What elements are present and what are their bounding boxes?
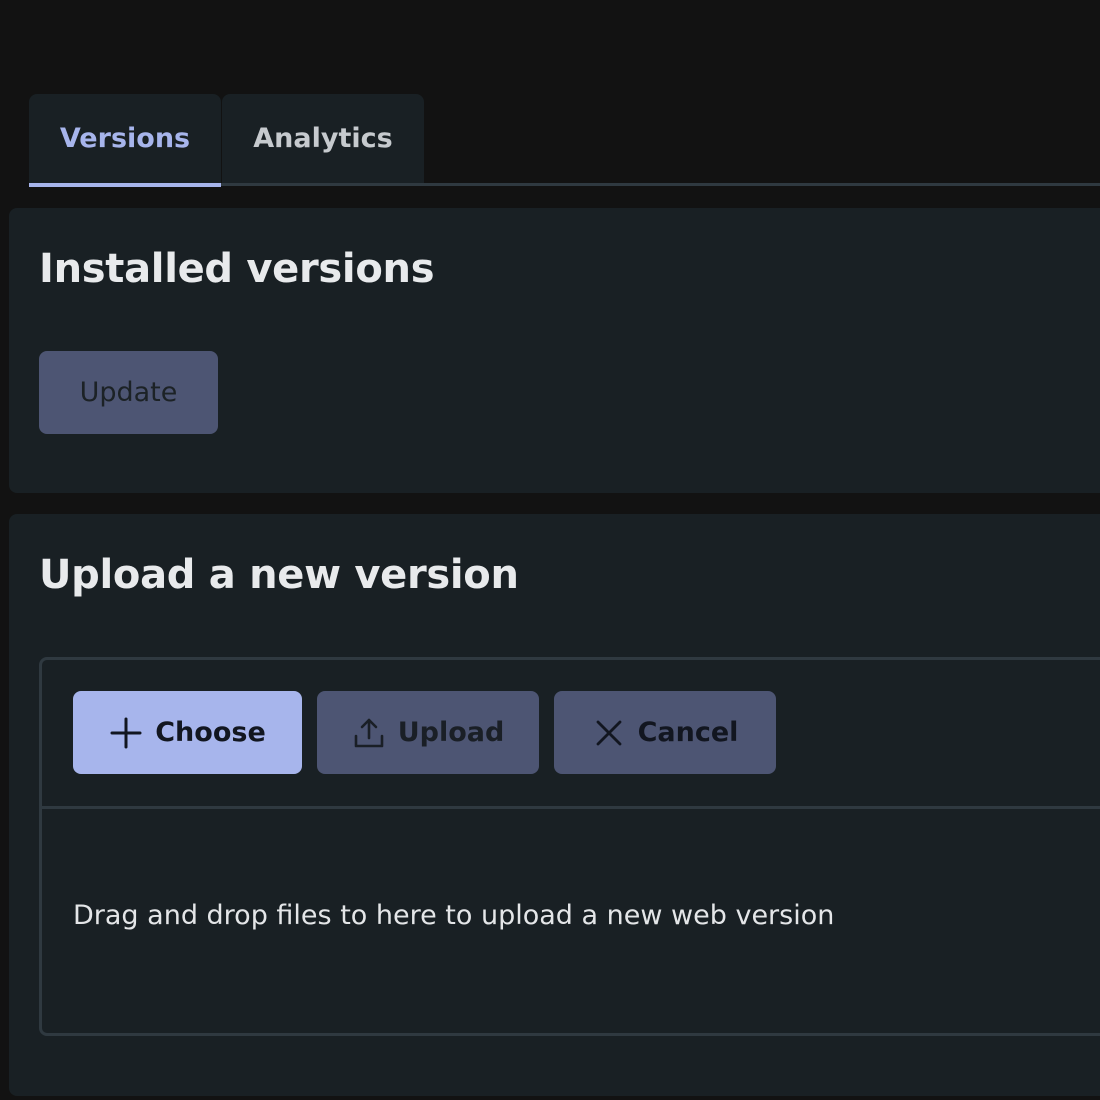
upload-icon bbox=[352, 716, 386, 750]
upload-button-label: Upload bbox=[397, 717, 505, 748]
cancel-button[interactable]: Cancel bbox=[554, 691, 776, 774]
update-button-label: Update bbox=[79, 377, 178, 408]
upload-version-card: Upload a new version Choose Upload Cance… bbox=[9, 514, 1100, 1096]
upload-version-title: Upload a new version bbox=[39, 552, 519, 598]
cancel-button-label: Cancel bbox=[637, 717, 739, 748]
tab-analytics[interactable]: Analytics bbox=[222, 94, 424, 183]
installed-versions-title: Installed versions bbox=[39, 246, 435, 292]
choose-button[interactable]: Choose bbox=[73, 691, 302, 774]
close-icon bbox=[592, 716, 626, 750]
dropzone-text: Drag and drop files to here to upload a … bbox=[73, 900, 835, 931]
tab-analytics-label: Analytics bbox=[253, 123, 393, 154]
close-icon-svg bbox=[596, 720, 621, 745]
tab-bar: Versions Analytics bbox=[29, 94, 1100, 187]
file-upload-toolbar: Choose Upload Cancel bbox=[42, 660, 1100, 809]
page: Versions Analytics Installed versions Up… bbox=[0, 0, 1100, 1100]
choose-button-label: Choose bbox=[155, 717, 266, 748]
plus-icon-svg bbox=[110, 717, 142, 748]
upload-button[interactable]: Upload bbox=[317, 691, 539, 774]
active-tab-indicator bbox=[29, 183, 221, 187]
file-upload: Choose Upload Cancel Drag and drop files… bbox=[39, 657, 1100, 1036]
plus-icon bbox=[109, 716, 143, 750]
upload-icon-svg bbox=[354, 718, 383, 747]
tab-versions[interactable]: Versions bbox=[29, 94, 221, 183]
update-button[interactable]: Update bbox=[39, 351, 218, 434]
installed-versions-card: Installed versions Update bbox=[9, 208, 1100, 493]
tab-versions-label: Versions bbox=[59, 123, 191, 154]
